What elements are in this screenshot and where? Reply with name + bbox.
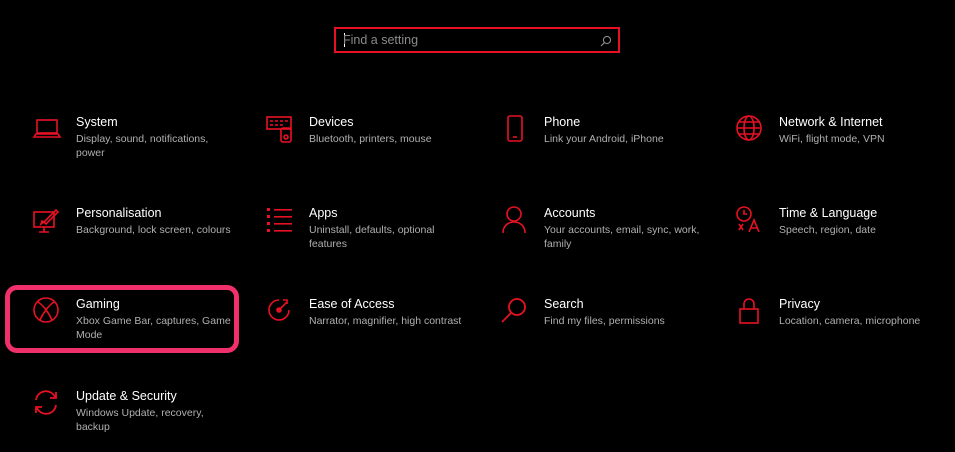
gaming-highlight-ring	[5, 285, 239, 353]
paint-icon	[32, 205, 62, 235]
tile-title: Accounts	[544, 206, 596, 220]
tile-personalisation[interactable]: Personalisation Background, lock screen,…	[32, 205, 232, 265]
laptop-icon	[32, 114, 62, 144]
tile-description: Link your Android, iPhone	[544, 133, 664, 145]
tile-title: Time & Language	[779, 206, 878, 220]
tile-title: System	[76, 115, 118, 129]
tile-network-internet[interactable]: Network & Internet WiFi, flight mode, VP…	[735, 114, 935, 174]
tile-title: Search	[544, 297, 584, 311]
tile-description: Bluetooth, printers, mouse	[309, 133, 432, 145]
tile-privacy[interactable]: Privacy Location, camera, microphone	[735, 296, 935, 356]
tile-title: Update & Security	[76, 389, 177, 403]
tile-time-language[interactable]: Time & Language Speech, region, date	[735, 205, 935, 265]
tile-title: Network & Internet	[779, 115, 883, 129]
tile-apps[interactable]: Apps Uninstall, defaults, optional featu…	[265, 205, 465, 265]
tile-phone[interactable]: Phone Link your Android, iPhone	[500, 114, 700, 174]
search-input[interactable]	[343, 29, 593, 51]
tile-title: Ease of Access	[309, 297, 395, 311]
tile-devices[interactable]: Devices Bluetooth, printers, mouse	[265, 114, 465, 174]
tile-title: Privacy	[779, 297, 820, 311]
globe-icon	[735, 114, 765, 144]
search-icon	[500, 296, 530, 326]
tile-system[interactable]: System Display, sound, notifications, po…	[32, 114, 232, 174]
tile-search[interactable]: Search Find my files, permissions	[500, 296, 700, 356]
tile-ease-of-access[interactable]: Ease of Access Narrator, magnifier, high…	[265, 296, 465, 356]
tile-description: Find my files, permissions	[544, 315, 665, 327]
person-icon	[500, 205, 530, 235]
tile-description: Speech, region, date	[779, 224, 876, 236]
tile-description: Background, lock screen, colours	[76, 224, 231, 236]
tile-title: Phone	[544, 115, 581, 129]
search-icon[interactable]	[600, 34, 612, 47]
tile-description: Narrator, magnifier, high contrast	[309, 315, 462, 327]
tile-description: Windows Update, recovery, backup	[76, 407, 204, 433]
tile-title: Apps	[309, 206, 338, 220]
search-box[interactable]	[334, 27, 620, 53]
tile-description: WiFi, flight mode, VPN	[779, 133, 885, 145]
tile-description: Location, camera, microphone	[779, 315, 921, 327]
tile-accounts[interactable]: Accounts Your accounts, email, sync, wor…	[500, 205, 700, 265]
tile-update-security[interactable]: Update & Security Windows Update, recove…	[32, 388, 232, 448]
tile-description: Display, sound, notifications, power	[76, 133, 209, 159]
tile-title: Devices	[309, 115, 354, 129]
lock-icon	[735, 296, 765, 326]
apps-list-icon	[265, 205, 295, 235]
devices-icon	[265, 114, 295, 144]
tile-description: Uninstall, defaults, optional features	[309, 224, 435, 250]
phone-icon	[500, 114, 530, 144]
tile-description: Your accounts, email, sync, work, family	[544, 224, 700, 250]
time-language-icon	[735, 205, 765, 235]
tile-title: Personalisation	[76, 206, 162, 220]
ease-of-access-icon	[265, 296, 295, 326]
update-icon	[32, 388, 62, 418]
